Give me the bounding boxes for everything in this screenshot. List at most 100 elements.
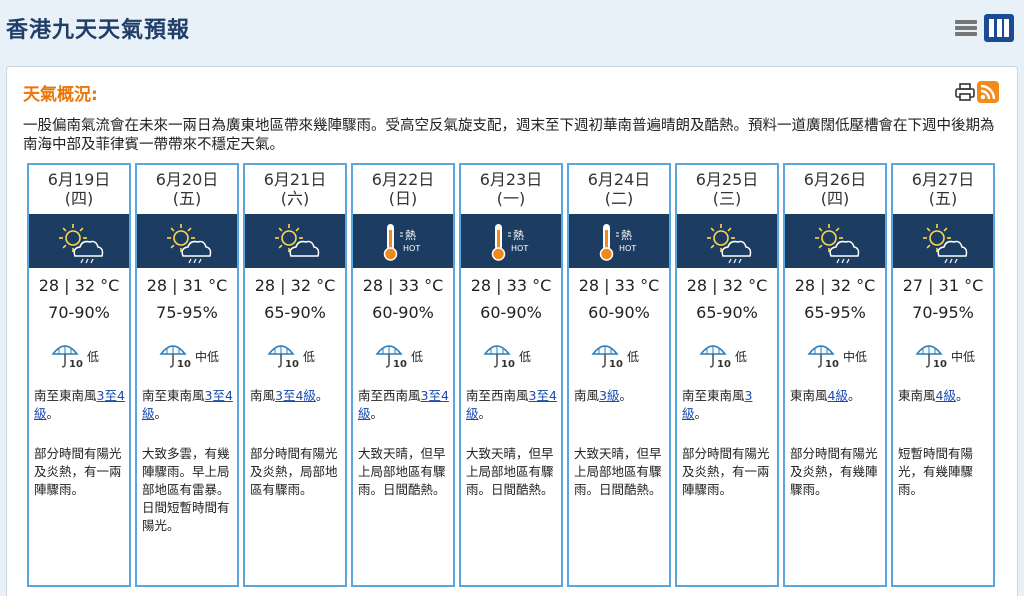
psr-indicator[interactable]: 10 低 bbox=[245, 340, 345, 370]
weather-description: 部分時間有陽光及炎熱，局部地區有驟雨。 bbox=[250, 446, 338, 497]
wind-end: 。 bbox=[847, 388, 861, 403]
forecast-card: 天氣概況: 一股偏南氣流會在未來一兩日為廣東地區帶來幾陣驟雨。受高空反氣旋支配，… bbox=[6, 66, 1018, 596]
wind-forecast: 南至東南風3至4級。 bbox=[34, 387, 126, 423]
forecast-weekday: (三) bbox=[712, 189, 742, 208]
weather-description: 大致天晴，但早上局部地區有驟雨。日間酷熱。 bbox=[358, 446, 446, 497]
weather-icon-sunny-periods-showers[interactable] bbox=[29, 214, 129, 268]
wind-forecast: 南至東南風3級。 bbox=[682, 387, 774, 423]
weather-description: 部分時間有陽光及炎熱，有一兩陣驟雨。 bbox=[34, 446, 122, 497]
svg-text:10: 10 bbox=[177, 359, 191, 370]
weather-description: 部分時間有陽光及炎熱，有一兩陣驟雨。 bbox=[682, 446, 770, 497]
temperature-range: 28 | 32 °C bbox=[794, 276, 876, 295]
day-column: 6月25日 (三) 28 | 32 °C 65-90% 10 低 南至東南風3級… bbox=[675, 163, 779, 587]
day-column: 6月27日 (五) 27 | 31 °C 70-95% 10 中低 東南風4級。… bbox=[891, 163, 995, 587]
humidity-range: 65-90% bbox=[264, 303, 326, 322]
list-view-icon[interactable] bbox=[952, 14, 980, 42]
svg-text:10: 10 bbox=[609, 359, 623, 370]
psr-indicator[interactable]: 10 低 bbox=[677, 340, 777, 370]
weather-icon-hot[interactable]: 熱 HOT bbox=[569, 214, 669, 268]
svg-text:10: 10 bbox=[825, 359, 839, 370]
wind-direction: 東南風 bbox=[790, 388, 828, 403]
grid-view-icon[interactable] bbox=[984, 14, 1014, 42]
forecast-weekday: (日) bbox=[388, 189, 418, 208]
humidity-range: 60-90% bbox=[588, 303, 650, 322]
temperature-range: 28 | 33 °C bbox=[362, 276, 444, 295]
weather-description: 大致多雲，有幾陣驟雨。早上局部地區有雷暴。日間短暫時間有陽光。 bbox=[142, 446, 230, 533]
psr-label: 中低 bbox=[843, 350, 868, 364]
forecast-date: 6月25日 bbox=[695, 170, 759, 189]
wind-direction: 南至東南風 bbox=[34, 388, 97, 403]
forecast-weekday: (五) bbox=[172, 189, 202, 208]
svg-text:10: 10 bbox=[933, 359, 947, 370]
wind-force-link[interactable]: 4級 bbox=[828, 388, 848, 403]
forecast-date: 6月23日 bbox=[479, 170, 543, 189]
weather-description: 部分時間有陽光及炎熱，有幾陣驟雨。 bbox=[790, 446, 878, 497]
wind-forecast: 南至西南風3至4級。 bbox=[466, 387, 558, 423]
weather-icon-sunny-periods[interactable] bbox=[245, 214, 345, 268]
wind-force-link[interactable]: 3至4級 bbox=[275, 388, 316, 403]
svg-text:熱: 熱 bbox=[621, 229, 632, 242]
rss-icon[interactable] bbox=[977, 81, 999, 103]
temperature-range: 28 | 33 °C bbox=[470, 276, 552, 295]
weather-icon-hot[interactable]: 熱 HOT bbox=[353, 214, 453, 268]
svg-text:HOT: HOT bbox=[511, 244, 528, 253]
wind-direction: 南風 bbox=[574, 388, 600, 403]
svg-text:10: 10 bbox=[69, 359, 83, 370]
humidity-range: 75-95% bbox=[156, 303, 218, 322]
wind-end: 。 bbox=[955, 388, 969, 403]
humidity-range: 65-95% bbox=[804, 303, 866, 322]
forecast-weekday: (五) bbox=[928, 189, 958, 208]
weather-icon-sunny-periods-showers[interactable] bbox=[137, 214, 237, 268]
psr-label: 低 bbox=[519, 350, 532, 364]
day-column: 6月23日 (一) 熱 HOT 28 | 33 °C 60-90% 10 低 南… bbox=[459, 163, 563, 587]
wind-forecast: 南至東南風3至4級。 bbox=[142, 387, 234, 423]
wind-end: 。 bbox=[619, 388, 632, 403]
psr-indicator[interactable]: 10 中低 bbox=[785, 340, 885, 370]
humidity-range: 70-90% bbox=[48, 303, 110, 322]
weather-icon-sunny-periods-showers[interactable] bbox=[677, 214, 777, 268]
humidity-range: 60-90% bbox=[372, 303, 434, 322]
wind-end: 。 bbox=[694, 406, 708, 421]
forecast-date: 6月27日 bbox=[911, 170, 975, 189]
psr-label: 低 bbox=[627, 350, 640, 364]
weather-icon-sunny-periods-showers[interactable] bbox=[785, 214, 885, 268]
weather-summary: 一股偏南氣流會在未來一兩日為廣東地區帶來幾陣驟雨。受高空反氣旋支配，週末至下週初… bbox=[23, 118, 995, 153]
psr-indicator[interactable]: 10 低 bbox=[461, 340, 561, 370]
forecast-date: 6月26日 bbox=[803, 170, 867, 189]
wind-direction: 東南風 bbox=[898, 388, 936, 403]
temperature-range: 27 | 31 °C bbox=[902, 276, 984, 295]
weather-description: 大致天晴，但早上局部地區有驟雨。日間酷熱。 bbox=[574, 446, 662, 497]
forecast-weekday: (一) bbox=[496, 189, 526, 208]
svg-text:熱: 熱 bbox=[513, 229, 524, 242]
psr-indicator[interactable]: 10 低 bbox=[353, 340, 453, 370]
wind-force-link[interactable]: 4級 bbox=[936, 388, 956, 403]
psr-indicator[interactable]: 10 低 bbox=[29, 340, 129, 370]
wind-forecast: 南風3至4級。 bbox=[250, 387, 342, 405]
forecast-weekday: (二) bbox=[604, 189, 634, 208]
forecast-weekday: (六) bbox=[280, 189, 310, 208]
psr-indicator[interactable]: 10 中低 bbox=[893, 340, 993, 370]
humidity-range: 70-95% bbox=[912, 303, 974, 322]
wind-direction: 南至東南風 bbox=[682, 388, 745, 403]
psr-indicator[interactable]: 10 中低 bbox=[137, 340, 237, 370]
temperature-range: 28 | 31 °C bbox=[146, 276, 228, 295]
weather-icon-hot[interactable]: 熱 HOT bbox=[461, 214, 561, 268]
wind-force-link[interactable]: 3級 bbox=[599, 388, 619, 403]
weather-description: 大致天晴，但早上局部地區有驟雨。日間酷熱。 bbox=[466, 446, 554, 497]
forecast-days: 6月19日 (四) 28 | 32 °C 70-90% 10 低 南至東南風3至… bbox=[27, 163, 1001, 587]
psr-indicator[interactable]: 10 低 bbox=[569, 340, 669, 370]
print-icon[interactable] bbox=[955, 83, 975, 101]
day-column: 6月20日 (五) 28 | 31 °C 75-95% 10 中低 南至東南風3… bbox=[135, 163, 239, 587]
temperature-range: 28 | 32 °C bbox=[254, 276, 336, 295]
forecast-date: 6月20日 bbox=[155, 170, 219, 189]
weather-icon-sunny-periods-showers[interactable] bbox=[893, 214, 993, 268]
wind-end: 。 bbox=[315, 388, 329, 403]
wind-end: 。 bbox=[46, 406, 60, 421]
forecast-date: 6月24日 bbox=[587, 170, 651, 189]
svg-text:10: 10 bbox=[501, 359, 515, 370]
svg-text:10: 10 bbox=[393, 359, 407, 370]
psr-label: 低 bbox=[303, 350, 316, 364]
wind-direction: 南至東南風 bbox=[142, 388, 205, 403]
temperature-range: 28 | 32 °C bbox=[38, 276, 120, 295]
psr-label: 中低 bbox=[951, 350, 976, 364]
